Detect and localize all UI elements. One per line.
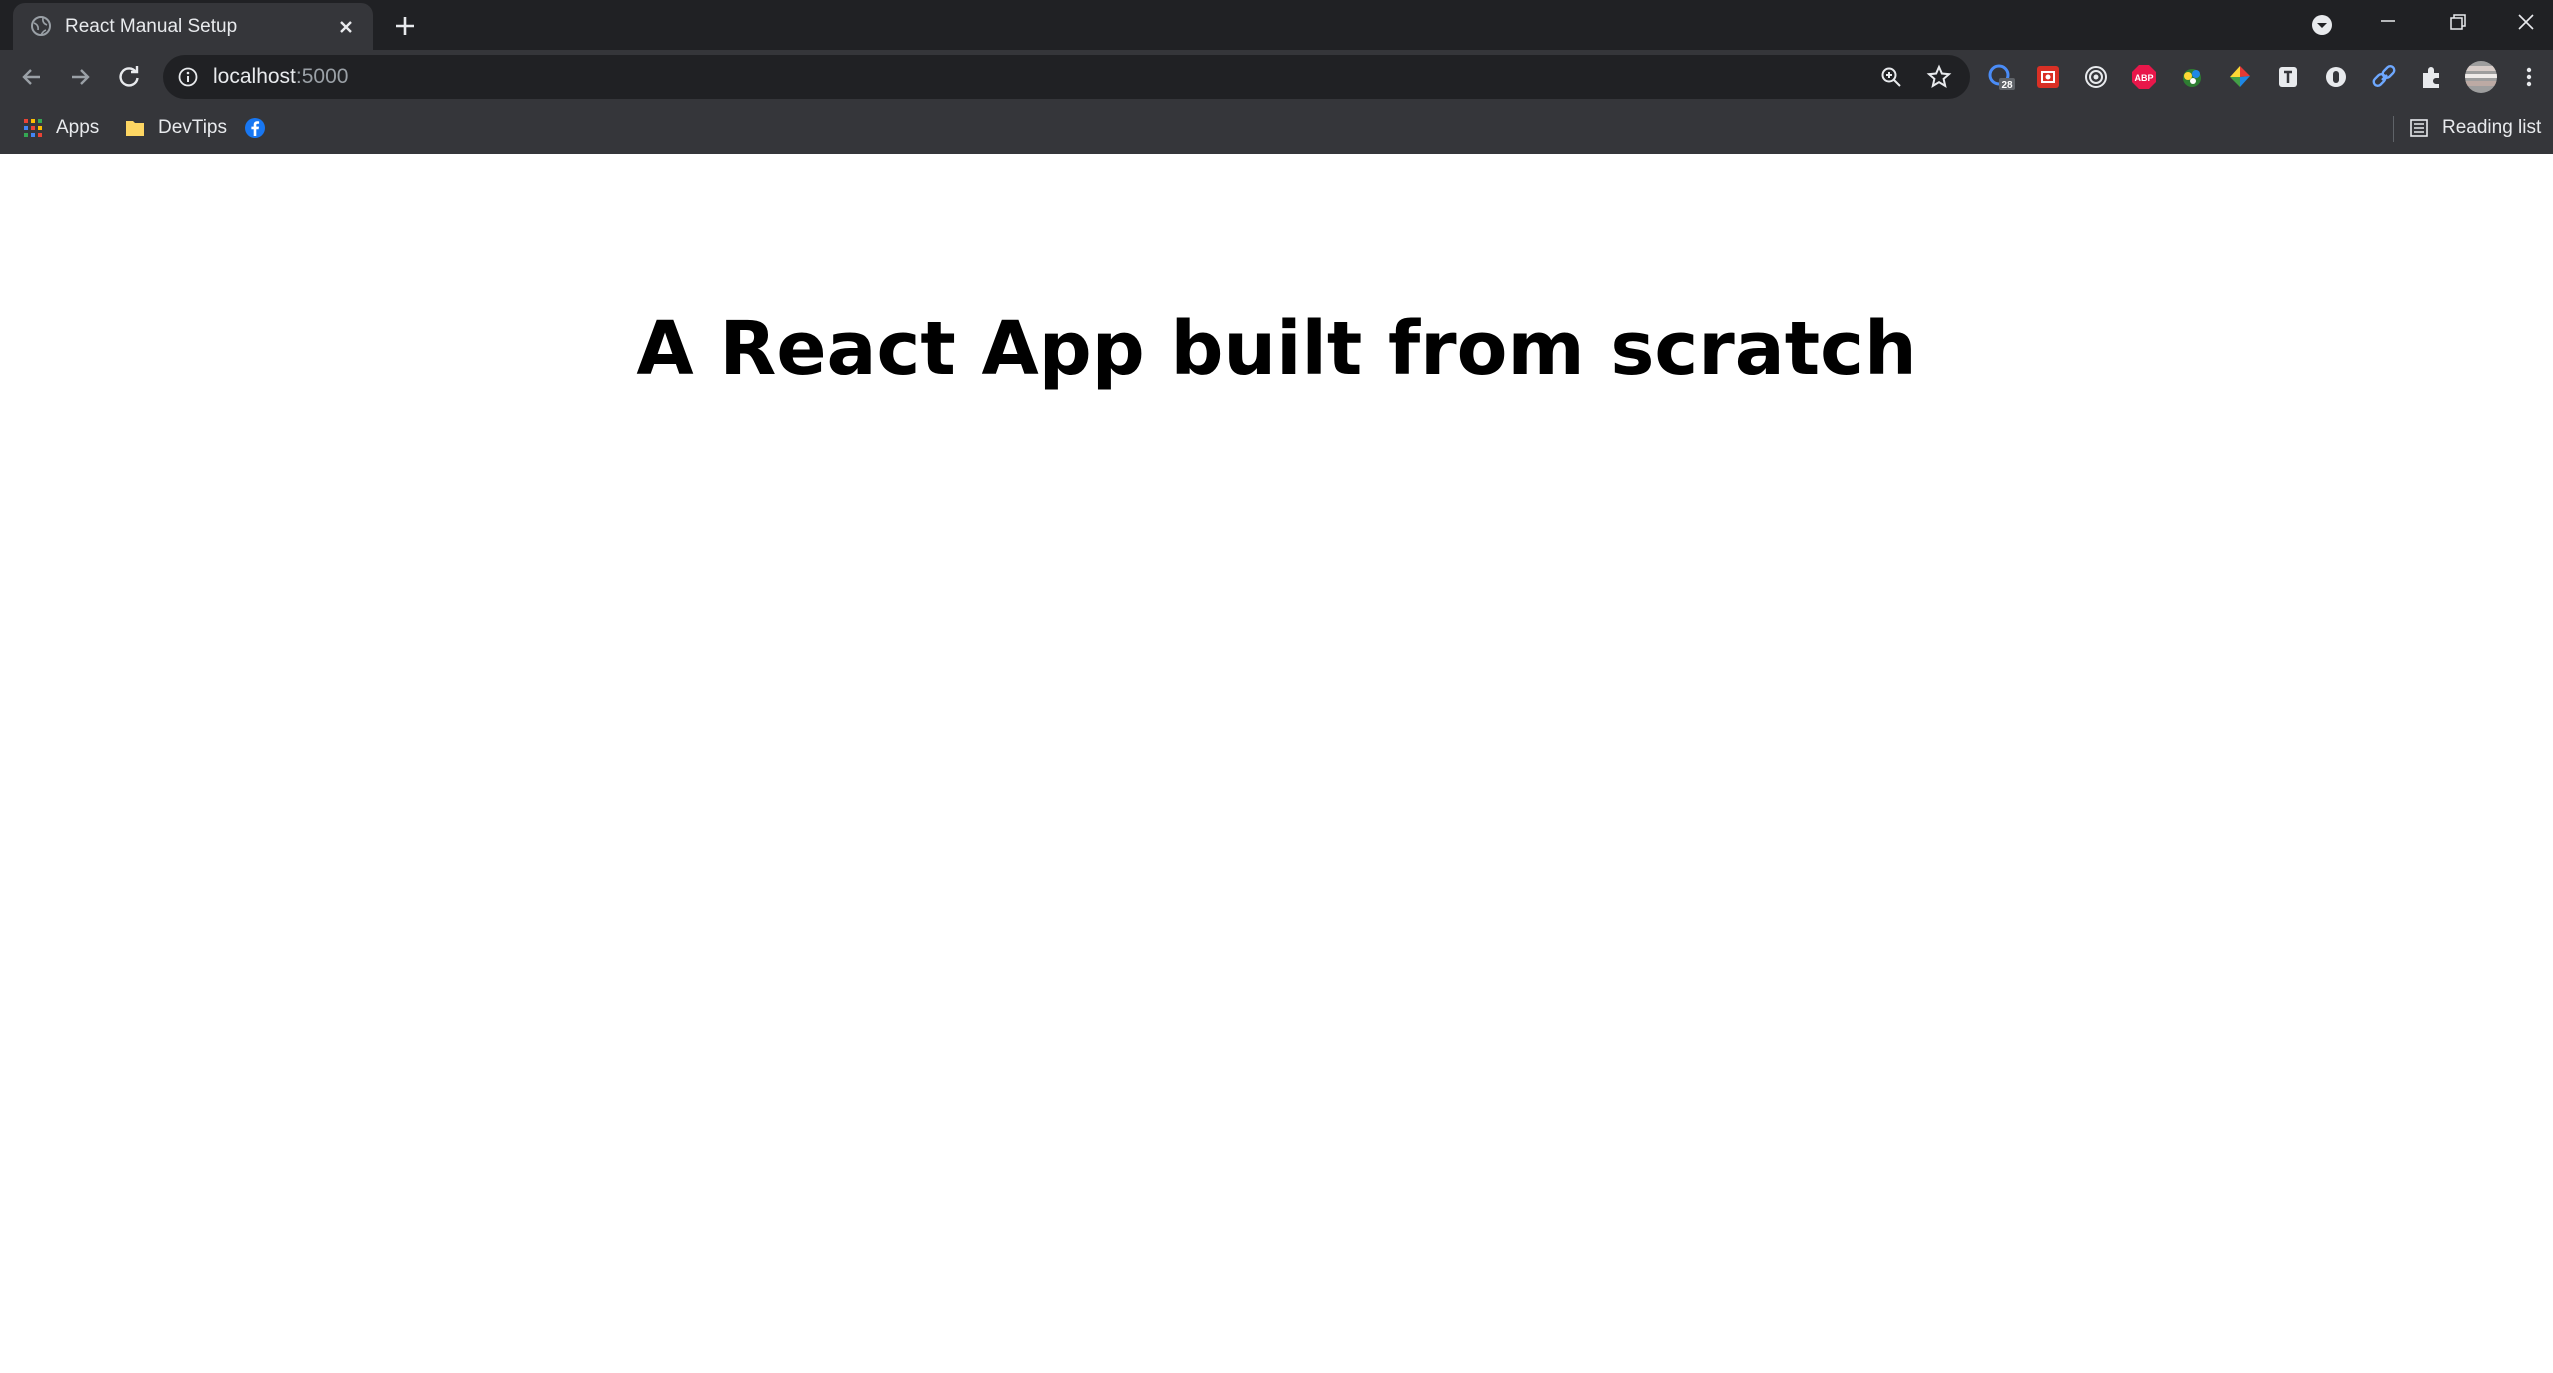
screenshot-extension-icon[interactable] [2034, 63, 2062, 91]
toggle-extension-icon[interactable] [2322, 63, 2350, 91]
back-arrow-icon[interactable] [18, 63, 46, 91]
page-content: A React App built from scratch [0, 154, 2553, 1373]
url-text: localhost:5000 [213, 65, 348, 89]
tab-react-manual-setup[interactable]: React Manual Setup [13, 3, 373, 50]
folder-icon [126, 121, 144, 136]
bookmark-facebook[interactable] [244, 114, 278, 142]
extensions-puzzle-icon[interactable] [2418, 63, 2446, 91]
bookmark-label: DevTips [158, 117, 227, 138]
color-picker-icon[interactable] [2178, 63, 2206, 91]
close-window-icon[interactable] [2511, 10, 2541, 36]
bookmark-label: Apps [56, 117, 100, 138]
extension-badge-count: 28 [2001, 80, 2013, 91]
tab-strip: React Manual Setup [0, 0, 2553, 50]
bookmarks-divider [2393, 116, 2394, 142]
close-tab-icon[interactable] [335, 16, 357, 38]
abp-text: ABP [2134, 73, 2153, 83]
reading-list-label: Reading list [2442, 117, 2542, 138]
site-info-icon[interactable] [177, 66, 199, 88]
tab-search-icon[interactable] [2310, 13, 2334, 37]
bookmarks-bar: Apps DevTips Reading list [0, 104, 2553, 154]
facebook-icon [245, 118, 265, 138]
globe-icon [31, 16, 51, 36]
url-port: :5000 [295, 65, 349, 88]
forward-arrow-icon[interactable] [66, 63, 94, 91]
adblock-plus-icon[interactable]: ABP [2130, 63, 2158, 91]
tab-title: React Manual Setup [65, 16, 238, 37]
address-bar[interactable]: localhost:5000 [163, 55, 1970, 99]
new-tab-plus-icon[interactable] [392, 13, 418, 39]
colorzilla-icon[interactable] [2226, 63, 2254, 91]
grammar-check-icon[interactable]: 28 [1987, 63, 2015, 91]
text-extension-icon[interactable] [2274, 63, 2302, 91]
bookmark-star-icon[interactable] [1926, 64, 1952, 90]
reload-icon[interactable] [115, 63, 143, 91]
reading-list-icon [2410, 119, 2428, 137]
toolbar: localhost:5000 28 ABP [0, 50, 2553, 104]
zoom-icon[interactable] [1879, 65, 1903, 89]
profile-avatar[interactable] [2464, 60, 2498, 94]
minimize-icon[interactable] [2373, 10, 2403, 36]
browser-chrome: React Manual Setup localhost:5000 28 ABP… [0, 0, 2553, 154]
reading-list-button[interactable]: Reading list [2408, 114, 2541, 142]
bookmark-apps[interactable]: Apps [22, 114, 99, 142]
bookmark-devtips[interactable]: DevTips [124, 114, 227, 142]
link-extension-icon[interactable] [2370, 63, 2398, 91]
target-extension-icon[interactable] [2082, 63, 2110, 91]
page-heading: A React App built from scratch [636, 306, 1917, 392]
menu-kebab-icon[interactable] [2515, 63, 2543, 91]
apps-grid-icon [24, 119, 42, 137]
url-host: localhost [213, 65, 296, 88]
restore-icon[interactable] [2442, 10, 2472, 36]
